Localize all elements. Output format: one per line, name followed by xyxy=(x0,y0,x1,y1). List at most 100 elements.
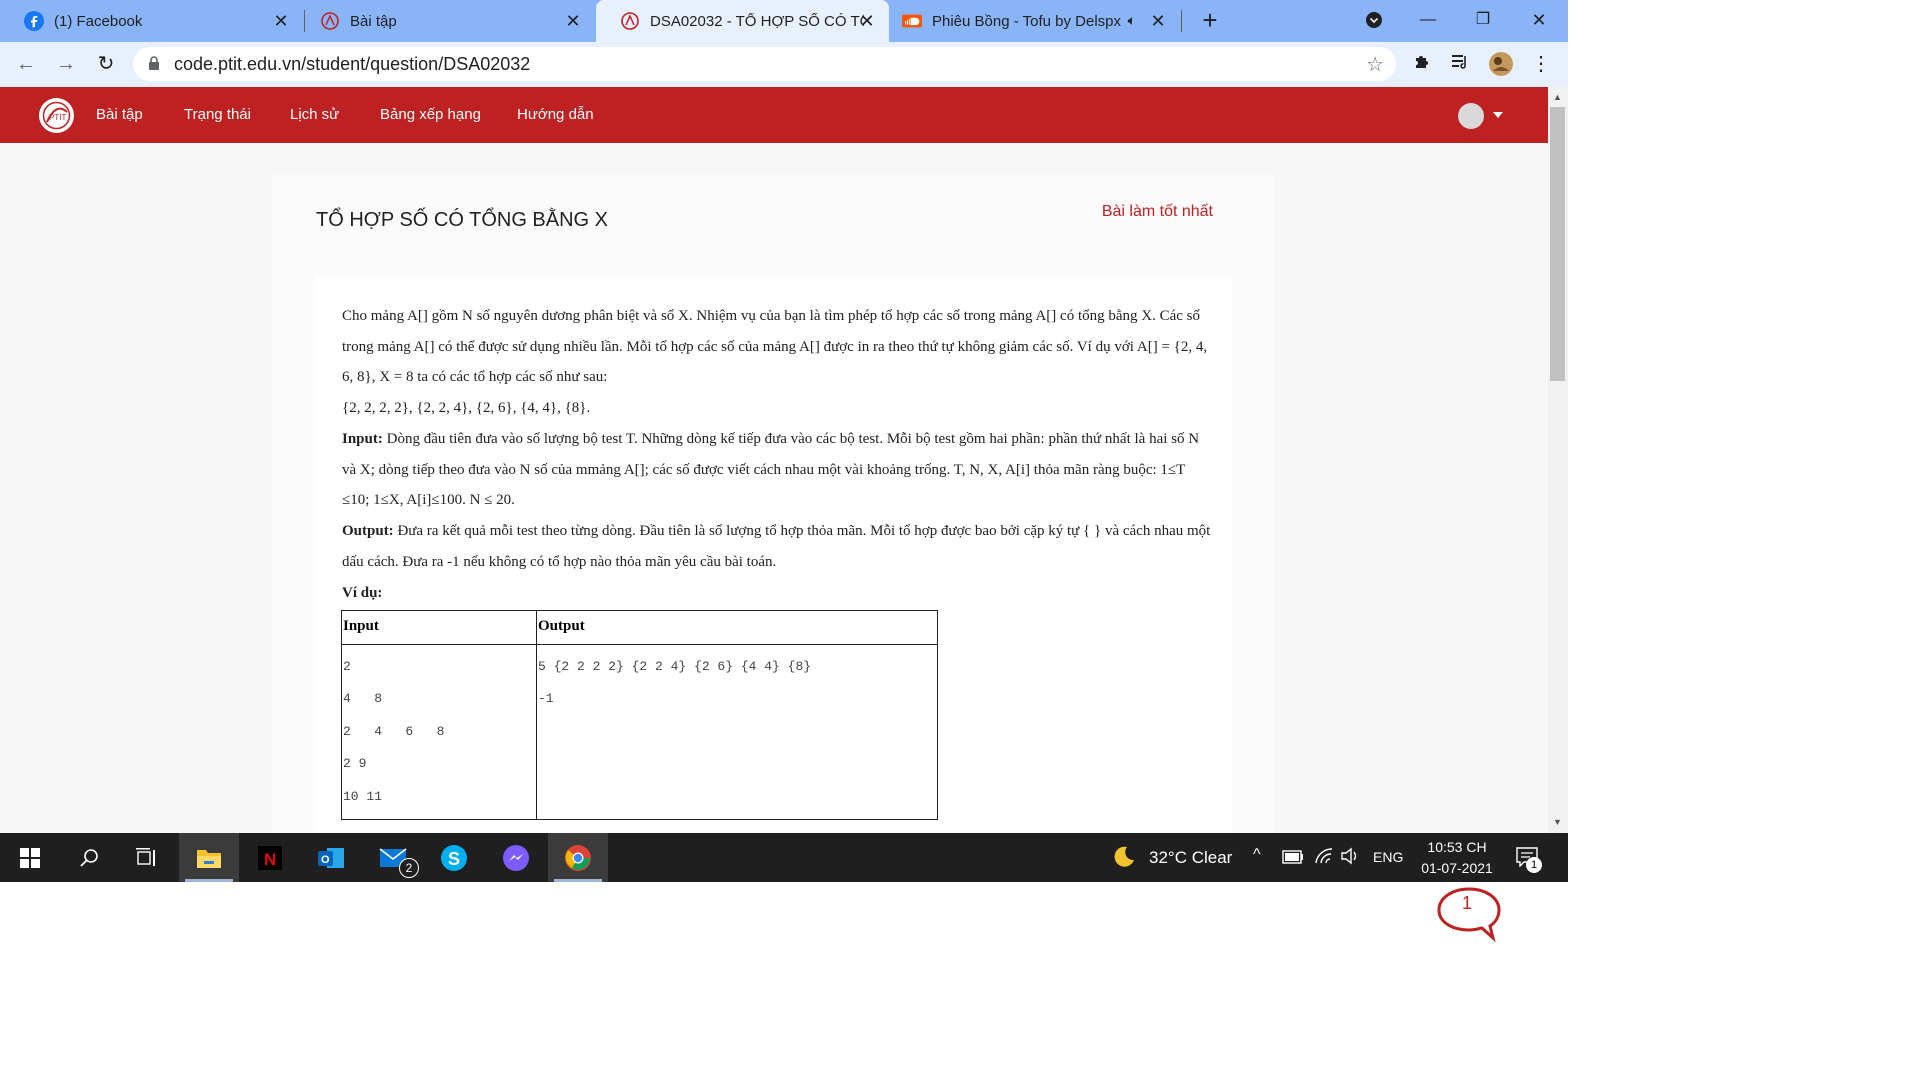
reload-button[interactable]: ↻ xyxy=(92,50,120,78)
ptit-icon xyxy=(320,11,340,31)
clock-time: 10:53 CH xyxy=(1427,839,1487,855)
bookmark-star-icon[interactable]: ☆ xyxy=(1366,52,1384,77)
minimize-icon[interactable]: — xyxy=(1414,6,1442,34)
input-spec: Input: Dòng đầu tiên đưa vào số lượng bộ… xyxy=(342,424,1212,516)
scroll-down-icon[interactable]: ▼ xyxy=(1553,817,1562,827)
nav-huong-dan[interactable]: Hướng dẫn xyxy=(517,106,594,123)
nav-trang-thai[interactable]: Trạng thái xyxy=(184,106,251,123)
clock[interactable]: 10:53 CH 01-07-2021 xyxy=(1412,837,1502,879)
active-indicator xyxy=(185,879,233,882)
example-input-cell: 2 4 8 2 4 6 8 2 9 10 11 xyxy=(341,643,537,821)
tab-title: DSA02032 - TỔ HỢP SỐ CÓ TỔN xyxy=(650,12,864,30)
windows-start-icon[interactable] xyxy=(0,833,60,882)
page-scrollbar[interactable]: ▲ ▼ xyxy=(1548,87,1568,833)
example-label: Ví dụ: xyxy=(342,585,383,602)
tab-title: Bài tập xyxy=(350,12,397,30)
best-solution-link[interactable]: Bài làm tốt nhất xyxy=(1102,203,1213,221)
example-input: 2 4 8 2 4 6 8 2 9 10 11 xyxy=(343,659,445,804)
close-tab-icon[interactable]: ✕ xyxy=(857,11,877,31)
tab-bai-tap[interactable]: Bài tập ✕ xyxy=(296,0,595,42)
svg-text:N: N xyxy=(264,850,276,869)
notification-badge: 1 xyxy=(1526,857,1542,873)
back-button[interactable]: ← xyxy=(12,50,40,78)
netflix-icon[interactable]: N xyxy=(240,833,300,882)
browser-tab-strip: (1) Facebook ✕ Bài tập ✕ DSA02032 - TỔ H… xyxy=(0,0,1568,42)
tab-search-icon[interactable] xyxy=(1360,6,1388,34)
mail-badge: 2 xyxy=(399,858,419,878)
file-explorer-icon[interactable] xyxy=(179,833,239,882)
output-text: Đưa ra kết quả mỗi test theo từng dòng. … xyxy=(342,522,1211,570)
notification-icon[interactable]: 1 xyxy=(1516,847,1542,873)
problem-intro: Cho mảng A[] gồm N số nguyên dương phân … xyxy=(342,308,1208,386)
profile-avatar[interactable] xyxy=(1488,51,1514,77)
tab-divider xyxy=(1181,10,1182,32)
url-text: code.ptit.edu.vn/student/question/DSA020… xyxy=(174,54,531,74)
svg-text:S: S xyxy=(448,849,460,869)
ptit-logo[interactable]: PTIT xyxy=(39,98,74,133)
forward-button[interactable]: → xyxy=(52,50,80,78)
task-view-icon[interactable] xyxy=(117,833,177,882)
facebook-icon xyxy=(24,11,44,31)
page-body: TỔ HỢP SỐ CÓ TỔNG BẰNG X Bài làm tốt nhấ… xyxy=(0,143,1548,943)
nav-bai-tap[interactable]: Bài tập xyxy=(96,106,143,123)
input-label: Input: xyxy=(342,430,383,447)
input-text: Dòng đầu tiên đưa vào số lượng bộ test T… xyxy=(342,430,1200,509)
soundcloud-icon xyxy=(902,11,922,31)
lock-icon xyxy=(148,56,160,76)
address-bar[interactable]: code.ptit.edu.vn/student/question/DSA020… xyxy=(133,47,1396,81)
volume-icon[interactable] xyxy=(1340,847,1360,870)
site-navbar: PTIT Bài tập Trạng thái Lịch sử Bảng xếp… xyxy=(0,87,1548,143)
new-tab-button[interactable]: + xyxy=(1197,7,1223,34)
tab-title: (1) Facebook xyxy=(54,12,143,30)
mail-icon[interactable]: 2 xyxy=(364,833,424,882)
browser-toolbar: ← → ↻ code.ptit.edu.vn/student/question/… xyxy=(0,42,1568,87)
scroll-up-icon[interactable]: ▲ xyxy=(1553,92,1562,102)
battery-icon[interactable] xyxy=(1282,850,1304,869)
example-output-cell: 5 {2 2 2 2} {2 2 4} {2 6} {4 4} {8} -1 xyxy=(536,643,938,821)
chrome-menu-icon[interactable]: ⋮ xyxy=(1528,51,1554,77)
restore-icon[interactable]: ❐ xyxy=(1469,6,1497,34)
nav-lich-su[interactable]: Lịch sử xyxy=(290,106,339,123)
chevron-down-icon[interactable] xyxy=(1493,112,1503,118)
messenger-icon[interactable] xyxy=(486,833,546,882)
example-table: Input Output 2 4 8 2 4 6 8 2 9 10 11 5 {… xyxy=(341,610,938,821)
table-header-output: Output xyxy=(536,610,938,645)
scroll-thumb[interactable] xyxy=(1550,107,1565,381)
chrome-icon[interactable] xyxy=(548,833,608,882)
output-label: Output: xyxy=(342,522,394,539)
example-sets: {2, 2, 2, 2}, {2, 2, 4}, {2, 6}, {4, 4},… xyxy=(342,400,591,417)
table-header-input: Input xyxy=(341,610,537,645)
user-avatar[interactable] xyxy=(1458,103,1484,129)
tab-title: Phiêu Bồng - Tofu by Delspx xyxy=(932,12,1122,30)
tab-soundcloud[interactable]: Phiêu Bồng - Tofu by Delspx 🔈︎ ✕ xyxy=(878,0,1180,42)
extensions-icon[interactable] xyxy=(1410,51,1436,77)
output-spec: Output: Đưa ra kết quả mỗi test theo từn… xyxy=(342,516,1212,577)
windows-taskbar: N O 2 S 32°C Clear ^ ENG 10:53 CH 01-07-… xyxy=(0,833,1568,882)
close-tab-icon[interactable]: ✕ xyxy=(271,11,291,31)
problem-title: TỔ HỢP SỐ CÓ TỔNG BẰNG X xyxy=(316,209,609,231)
svg-text:PTIT: PTIT xyxy=(49,113,66,122)
active-indicator xyxy=(554,879,602,882)
media-control-icon[interactable] xyxy=(1448,51,1474,77)
language-indicator[interactable]: ENG xyxy=(1373,849,1403,865)
tab-dsa02032[interactable]: DSA02032 - TỔ HỢP SỐ CÓ TỔN ✕ xyxy=(596,0,889,42)
close-tab-icon[interactable]: ✕ xyxy=(1148,11,1168,31)
speaker-icon[interactable]: 🔈︎ xyxy=(1128,12,1136,29)
problem-card: TỔ HỢP SỐ CÓ TỔNG BẰNG X Bài làm tốt nhấ… xyxy=(272,175,1275,855)
tab-facebook[interactable]: (1) Facebook ✕ xyxy=(0,0,303,42)
weather-text[interactable]: 32°C Clear xyxy=(1149,848,1232,868)
problem-statement: Cho mảng A[] gồm N số nguyên dương phân … xyxy=(316,277,1232,837)
svg-text:O: O xyxy=(321,854,330,866)
close-window-icon[interactable]: ✕ xyxy=(1525,6,1553,34)
weather-moon-icon[interactable] xyxy=(1112,845,1136,875)
close-tab-icon[interactable]: ✕ xyxy=(563,11,583,31)
example-output: 5 {2 2 2 2} {2 2 4} {2 6} {4 4} {8} -1 xyxy=(538,659,812,707)
outlook-icon[interactable]: O xyxy=(301,833,361,882)
wifi-icon[interactable] xyxy=(1314,847,1334,870)
search-icon[interactable] xyxy=(59,833,119,882)
chat-count: 1 xyxy=(1462,893,1473,913)
tray-chevron-up-icon[interactable]: ^ xyxy=(1253,846,1261,864)
skype-icon[interactable]: S xyxy=(424,833,484,882)
chat-bubble-button[interactable]: 1 xyxy=(1436,886,1502,947)
nav-bang-xep-hang[interactable]: Bảng xếp hạng xyxy=(380,106,481,123)
